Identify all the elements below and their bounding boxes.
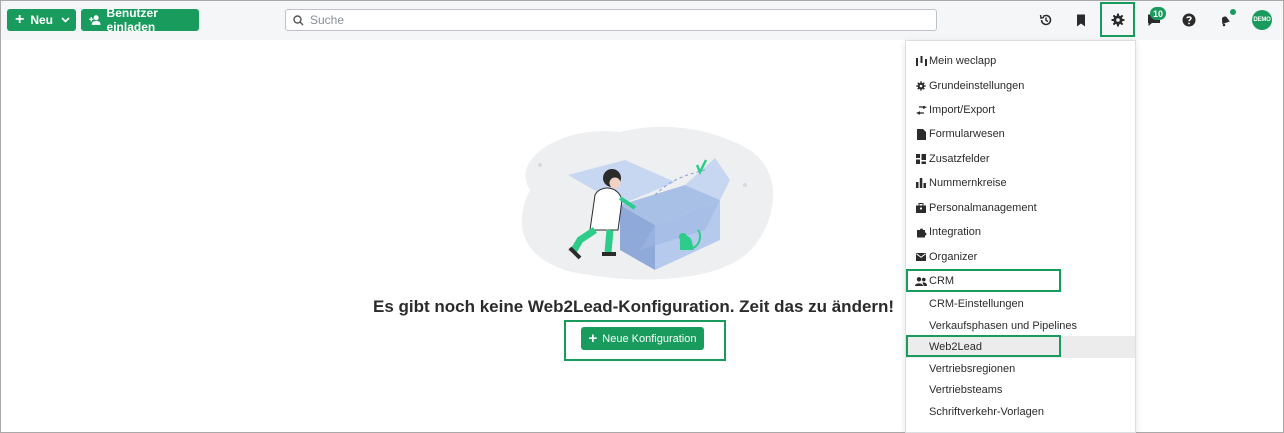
gear-icon [914, 79, 928, 93]
menu-item-crm[interactable]: CRM [906, 270, 1135, 292]
document-icon [914, 127, 928, 141]
submenu-item-vertriebsteams[interactable]: Vertriebsteams [906, 379, 1135, 401]
menu-item-label: Integration [929, 226, 981, 238]
submenu-item-label: Web2Lead [929, 341, 983, 353]
menu-item-label: Nummernkreise [929, 177, 1007, 189]
grid-icon [914, 152, 928, 166]
settings-button[interactable] [1100, 2, 1135, 37]
plus-icon: + [588, 330, 598, 347]
menu-item-personalmanagement[interactable]: Personalmanagement [906, 197, 1135, 219]
menu-item-mein-weclapp[interactable]: Mein weclapp [906, 50, 1135, 72]
menu-item-label: Organizer [929, 251, 978, 263]
puzzle-icon [914, 225, 928, 239]
empty-state-illustration [521, 126, 774, 280]
menu-item-nummernkreise[interactable]: Nummernkreise [906, 172, 1135, 194]
bookmark-icon[interactable] [1070, 9, 1092, 31]
menu-item-import-export[interactable]: Import/Export [906, 99, 1135, 121]
menu-item-organizer[interactable]: Organizer [906, 246, 1135, 268]
menu-item-label: Formularwesen [929, 128, 1005, 140]
submenu-item-label: Verkaufsphasen und Pipelines [929, 320, 1077, 332]
help-icon[interactable] [1178, 9, 1200, 31]
menu-item-label: Import/Export [929, 104, 996, 116]
new-configuration-label: Neue Konfiguration [602, 332, 697, 345]
search-box[interactable] [285, 9, 937, 31]
invite-button-label: Benutzer einladen [106, 6, 158, 34]
briefcase-icon [914, 201, 928, 215]
avatar[interactable]: DEMO [1252, 10, 1272, 30]
new-button[interactable]: + Neu [7, 9, 76, 31]
invite-user-button[interactable]: Benutzer einladen [81, 6, 199, 34]
search-icon [293, 14, 304, 25]
notification-dot [1230, 9, 1236, 15]
submenu-item-vertriebsregionen[interactable]: Vertriebsregionen [906, 358, 1135, 380]
menu-item-label: CRM [929, 275, 955, 287]
swap-arrows-icon [914, 103, 928, 117]
bar-chart-icon [914, 176, 928, 190]
submenu-item-label: CRM-Einstellungen [929, 298, 1024, 310]
people-icon [914, 274, 928, 288]
menu-item-integration[interactable]: Integration [906, 221, 1135, 243]
gear-icon [1111, 13, 1124, 26]
submenu-item-schriftverkehr-vorlagen[interactable]: Schriftverkehr-Vorlagen [906, 401, 1135, 423]
new-button-label: Neu [30, 13, 54, 27]
menu-item-label: Grundeinstellungen [929, 80, 1025, 92]
messages-badge: 10 [1150, 7, 1167, 20]
menu-item-grundeinstellungen[interactable]: Grundeinstellungen [906, 75, 1135, 97]
add-user-icon [89, 15, 101, 25]
submenu-item-label: Vertriebsregionen [929, 363, 1016, 375]
settings-menu: Mein weclapp Grundeinstellungen Import/E… [905, 40, 1136, 433]
chevron-down-icon [61, 15, 70, 25]
submenu-item-crm-einstellungen[interactable]: CRM-Einstellungen [906, 293, 1135, 315]
menu-item-zusatzfelder[interactable]: Zusatzfelder [906, 148, 1135, 170]
menu-item-label: Zusatzfelder [929, 153, 990, 165]
plus-icon: + [15, 11, 25, 28]
submenu-item-verkaufsphasen[interactable]: Verkaufsphasen und Pipelines [906, 315, 1135, 337]
bar-chart-icon [914, 54, 928, 68]
new-configuration-button[interactable]: + Neue Konfiguration [581, 327, 704, 350]
envelope-icon [914, 250, 928, 264]
submenu-item-label: Vertriebsteams [929, 384, 1003, 396]
empty-state-title: Es gibt noch keine Web2Lead-Konfiguratio… [373, 297, 895, 316]
search-input[interactable] [310, 13, 910, 27]
menu-item-label: Personalmanagement [929, 202, 1037, 214]
submenu-item-web2lead[interactable]: Web2Lead [906, 336, 1135, 358]
history-icon[interactable] [1035, 9, 1057, 31]
submenu-item-label: Schriftverkehr-Vorlagen [929, 406, 1044, 418]
menu-item-formularwesen[interactable]: Formularwesen [906, 123, 1135, 145]
menu-item-label: Mein weclapp [929, 55, 997, 67]
